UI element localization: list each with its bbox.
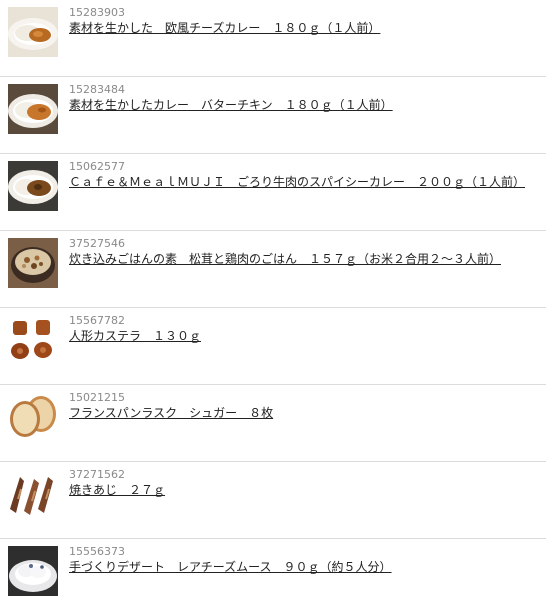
cheese-curry-image[interactable] xyxy=(8,7,58,57)
product-code: 15567782 xyxy=(69,314,125,327)
mixed-rice-image[interactable] xyxy=(8,238,58,288)
product-title-link[interactable]: フランスパンラスク シュガー ８枚 xyxy=(69,406,273,421)
product-title-link[interactable]: 素材を生かした 欧風チーズカレー １８０ｇ（１人前） xyxy=(69,21,380,36)
product-code: 37271562 xyxy=(69,468,125,481)
product-code: 37527546 xyxy=(69,237,125,250)
beef-curry-image[interactable] xyxy=(8,161,58,211)
cheese-mousse-image[interactable] xyxy=(8,546,58,596)
list-item: 15556373 手づくりデザート レアチーズムース ９０ｇ（約５人分） xyxy=(0,539,546,616)
list-item: 15062577 Ｃａｆｅ＆ＭｅａｌＭＵＪＩ ごろり牛肉のスパイシーカレー ２０… xyxy=(0,154,546,231)
list-item: 15283484 素材を生かしたカレー バターチキン １８０ｇ（１人前） xyxy=(0,77,546,154)
rusk-image[interactable] xyxy=(8,392,58,442)
product-title-link[interactable]: 炊き込みごはんの素 松茸と鶏肉のごはん １５７ｇ（お米２合用２〜３人前） xyxy=(69,252,501,267)
product-title-link[interactable]: 手づくりデザート レアチーズムース ９０ｇ（約５人分） xyxy=(69,560,392,575)
list-item: 37527546 炊き込みごはんの素 松茸と鶏肉のごはん １５７ｇ（お米２合用２… xyxy=(0,231,546,308)
product-title-link[interactable]: 焼きあじ ２７ｇ xyxy=(69,483,165,498)
product-code: 15283903 xyxy=(69,6,125,19)
list-item: 15021215 フランスパンラスク シュガー ８枚 xyxy=(0,385,546,462)
butter-chicken-curry-image[interactable] xyxy=(8,84,58,134)
product-title-link[interactable]: 素材を生かしたカレー バターチキン １８０ｇ（１人前） xyxy=(69,98,393,113)
product-title-link[interactable]: 人形カステラ １３０ｇ xyxy=(69,329,201,344)
product-title-link[interactable]: Ｃａｆｅ＆ＭｅａｌＭＵＪＩ ごろり牛肉のスパイシーカレー ２００ｇ（１人前） xyxy=(69,175,525,190)
product-code: 15556373 xyxy=(69,545,125,558)
product-code: 15021215 xyxy=(69,391,125,404)
list-item: 15567782 人形カステラ １３０ｇ xyxy=(0,308,546,385)
list-item: 15283903 素材を生かした 欧風チーズカレー １８０ｇ（１人前） xyxy=(0,0,546,77)
product-code: 15062577 xyxy=(69,160,125,173)
list-item: 37271562 焼きあじ ２７ｇ xyxy=(0,462,546,539)
grilled-fish-image[interactable] xyxy=(8,469,58,519)
product-list: 15283903 素材を生かした 欧風チーズカレー １８０ｇ（１人前） 1528… xyxy=(0,0,546,616)
product-code: 15283484 xyxy=(69,83,125,96)
doll-castella-image[interactable] xyxy=(8,315,58,365)
